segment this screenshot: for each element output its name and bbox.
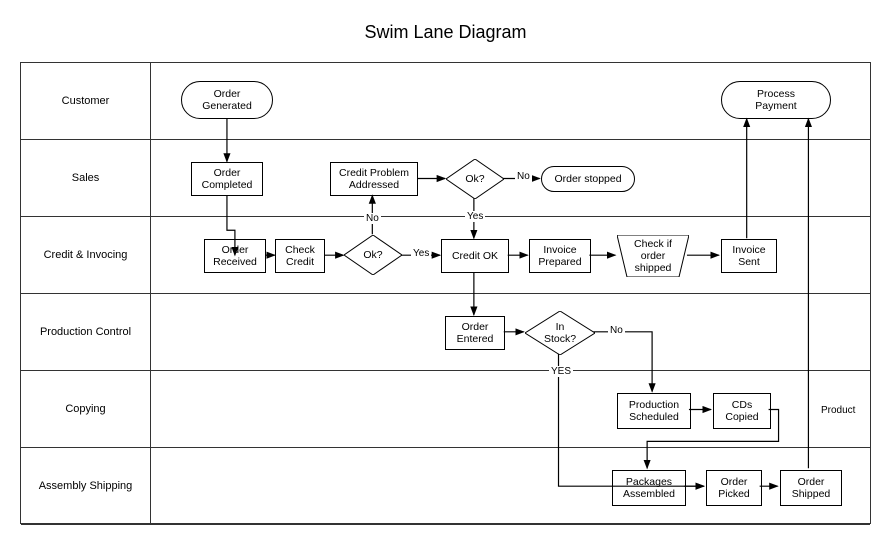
node-order-entered: OrderEntered: [445, 316, 505, 350]
node-invoice-prepared: InvoicePrepared: [529, 239, 591, 273]
edge-label-no1: No: [515, 171, 532, 182]
edge-label-product: Product: [819, 405, 857, 416]
lane-label-customer: Customer: [21, 63, 151, 139]
node-in-stock-label: InStock?: [544, 321, 576, 345]
edge-label-yes3: YES: [549, 366, 573, 377]
node-in-stock-decision: InStock?: [525, 311, 595, 355]
node-order-received: OrderReceived: [204, 239, 266, 273]
lane-credit-invoicing: Credit & Invocing OrderReceived CheckCre…: [21, 217, 870, 294]
node-cds-copied: CDsCopied: [713, 393, 771, 429]
lane-body-production: OrderEntered InStock?: [151, 294, 870, 370]
lane-body-credit: OrderReceived CheckCredit Ok? Credit OK …: [151, 217, 870, 293]
node-order-generated: OrderGenerated: [181, 81, 273, 119]
node-check-credit: CheckCredit: [275, 239, 325, 273]
node-ok2-decision: Ok?: [344, 235, 402, 275]
node-order-shipped: OrderShipped: [780, 470, 842, 506]
swimlane-grid: Customer OrderGenerated ProcessPayment S…: [20, 62, 871, 524]
node-invoice-sent: InvoiceSent: [721, 239, 777, 273]
lane-body-copying: ProductionScheduled CDsCopied: [151, 371, 870, 447]
node-check-shipped-label: Check ifordershipped: [634, 238, 672, 274]
lane-customer: Customer OrderGenerated ProcessPayment: [21, 63, 870, 140]
lane-body-sales: OrderCompleted Credit ProblemAddressed O…: [151, 140, 870, 216]
node-ok1-decision: Ok?: [446, 159, 504, 199]
lane-body-assembly: PackagesAssembled OrderPicked OrderShipp…: [151, 448, 870, 524]
edge-label-yes1: Yes: [465, 211, 485, 222]
lane-label-copying: Copying: [21, 371, 151, 447]
node-check-shipped: Check ifordershipped: [617, 235, 689, 277]
node-order-stopped: Order stopped: [541, 166, 635, 192]
lane-body-customer: OrderGenerated ProcessPayment: [151, 63, 870, 139]
edge-label-no3: No: [608, 325, 625, 336]
diagram-title: Swim Lane Diagram: [0, 22, 891, 43]
lane-label-assembly: Assembly Shipping: [21, 448, 151, 524]
node-credit-problem: Credit ProblemAddressed: [330, 162, 418, 196]
lane-copying: Copying ProductionScheduled CDsCopied: [21, 371, 870, 448]
node-production-scheduled: ProductionScheduled: [617, 393, 691, 429]
lane-label-credit: Credit & Invocing: [21, 217, 151, 293]
swimlane-diagram: Swim Lane Diagram Customer OrderGenerate…: [0, 0, 891, 544]
node-packages-assembled: PackagesAssembled: [612, 470, 686, 506]
lane-sales: Sales OrderCompleted Credit ProblemAddre…: [21, 140, 870, 217]
node-ok2-label: Ok?: [363, 249, 382, 261]
node-order-picked: OrderPicked: [706, 470, 762, 506]
lane-production-control: Production Control OrderEntered InStock?: [21, 294, 870, 371]
edge-label-yes2: Yes: [411, 248, 431, 259]
node-credit-ok: Credit OK: [441, 239, 509, 273]
lane-label-sales: Sales: [21, 140, 151, 216]
node-ok1-label: Ok?: [465, 173, 484, 185]
node-order-completed: OrderCompleted: [191, 162, 263, 196]
lane-label-production: Production Control: [21, 294, 151, 370]
node-process-payment: ProcessPayment: [721, 81, 831, 119]
edge-label-no2: No: [364, 213, 381, 224]
lane-assembly-shipping: Assembly Shipping PackagesAssembled Orde…: [21, 448, 870, 525]
